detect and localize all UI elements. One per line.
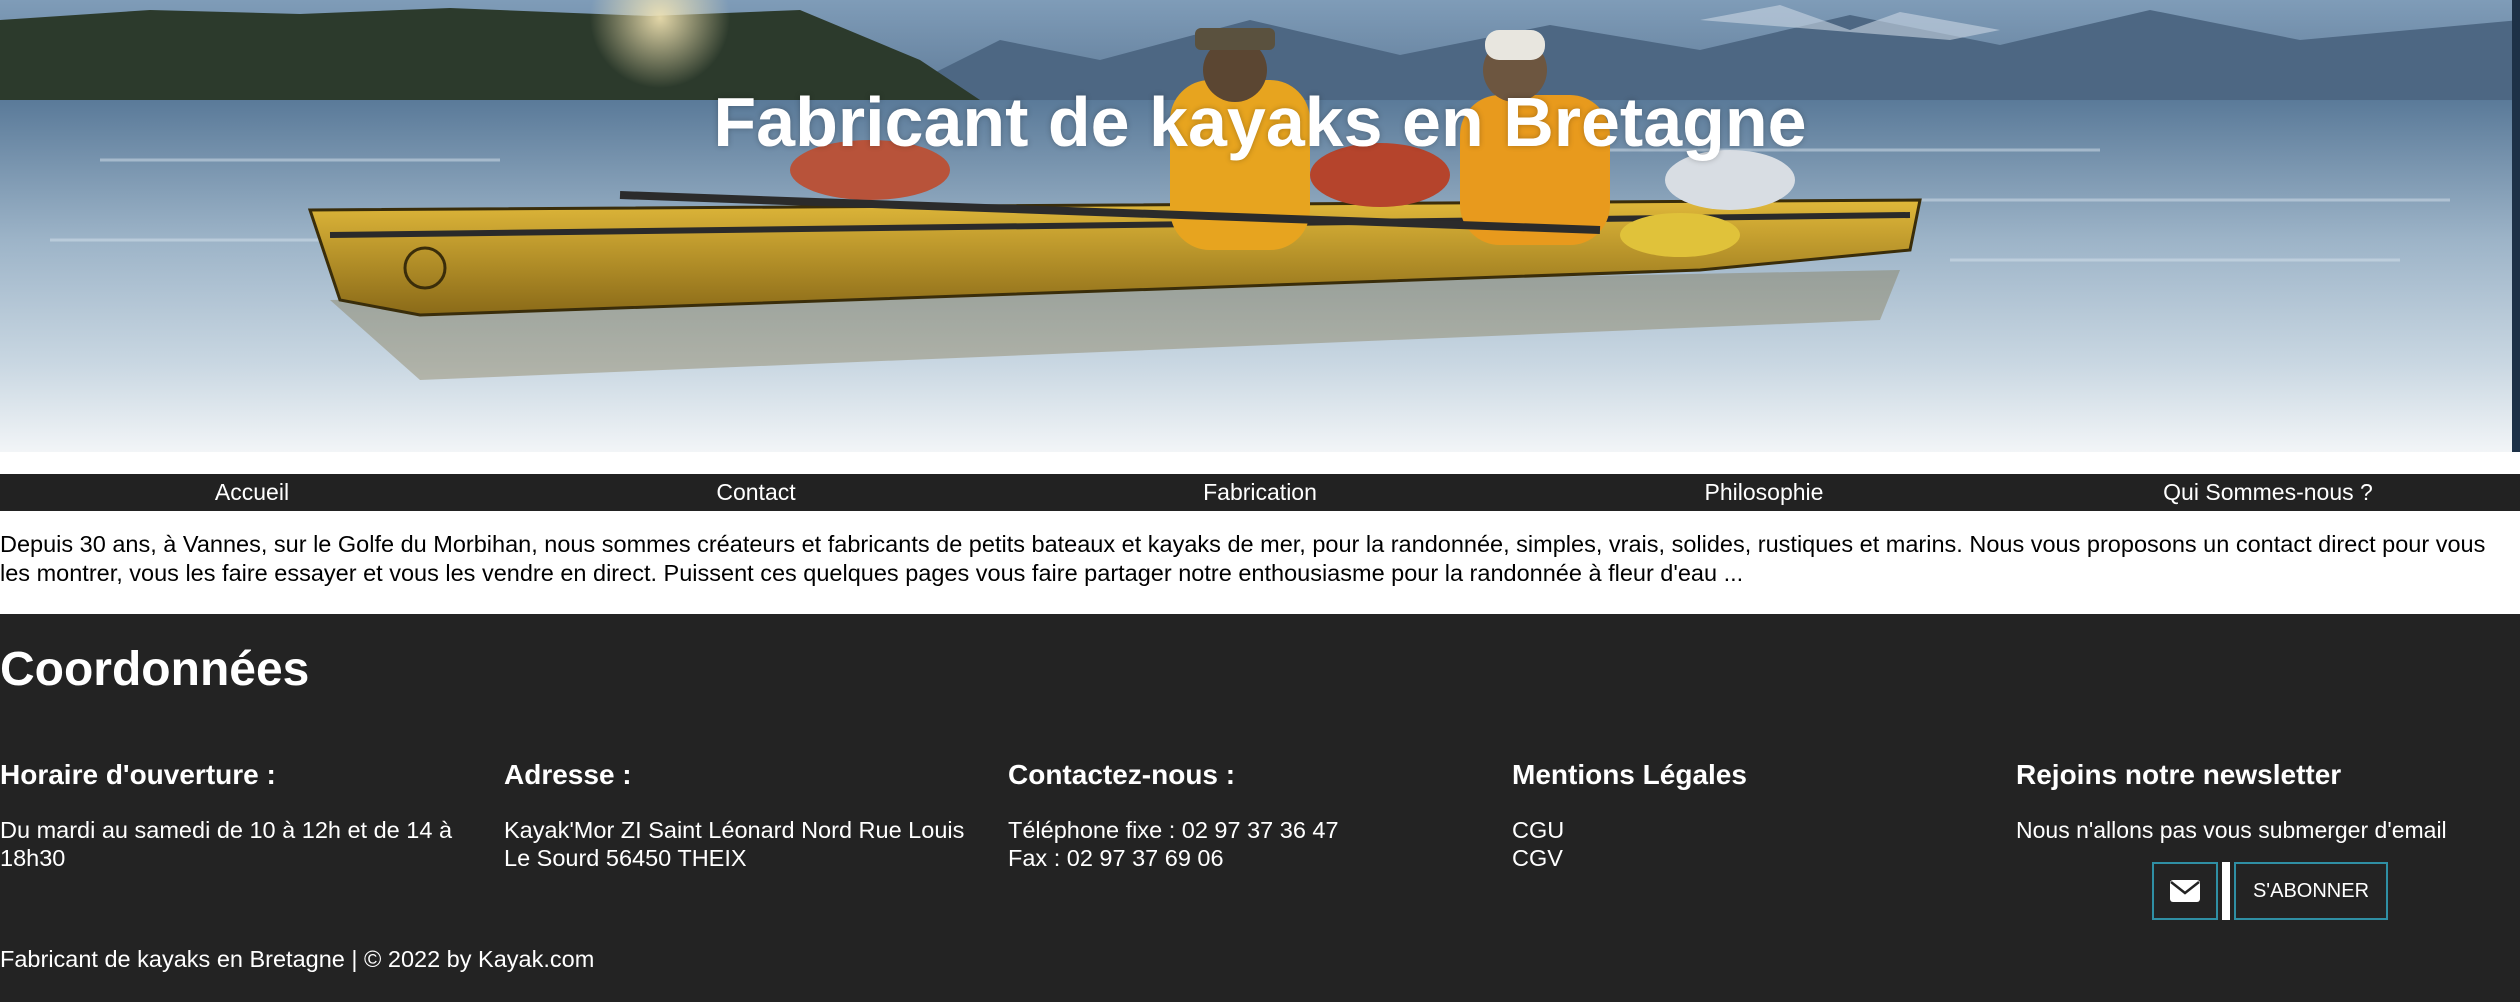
nav-item-contact[interactable]: Contact [504, 474, 1008, 511]
legal-links: CGU CGV [1512, 816, 2012, 872]
contact-info: Téléphone fixe : 02 97 37 36 47 Fax : 02… [1008, 816, 1508, 872]
footer-title: Coordonnées [0, 643, 310, 696]
address-text: Kayak'Mor ZI Saint Léonard Nord Rue Loui… [504, 817, 965, 871]
nav-item-accueil[interactable]: Accueil [0, 474, 504, 511]
address-column: Adresse : Kayak'Mor ZI Saint Léonard Nor… [504, 758, 994, 872]
copyright: Fabricant de kayaks en Bretagne | © 2022… [0, 946, 595, 972]
envelope-icon [2170, 880, 2200, 902]
subscribe-group: S'ABONNER [2152, 862, 2388, 920]
newsletter-subtitle: Nous n'allons pas vous submerger d'email [2016, 817, 2447, 843]
nav-item-philosophie[interactable]: Philosophie [1512, 474, 2016, 511]
page-title: Fabricant de kayaks en Bretagne [713, 83, 1807, 161]
hours-text: Du mardi au samedi de 10 à 12h et de 14 … [0, 817, 453, 871]
subscribe-button[interactable]: S'ABONNER [2234, 862, 2388, 920]
nav-item-qui-sommes-nous[interactable]: Qui Sommes-nous ? [2016, 474, 2520, 511]
legal-heading: Mentions Légales [1512, 759, 1747, 790]
hero-banner: Fabricant de kayaks en Bretagne [0, 0, 2520, 452]
envelope-button[interactable] [2152, 862, 2218, 920]
contact-column: Contactez-nous : Téléphone fixe : 02 97 … [1008, 758, 1508, 872]
hero-edge [2512, 0, 2520, 452]
cgv-link[interactable]: CGV [1512, 844, 2012, 872]
phone-text: Téléphone fixe : 02 97 37 36 47 [1008, 817, 1339, 843]
footer: Coordonnées Horaire d'ouverture : Du mar… [0, 614, 2520, 1002]
intro-paragraph: Depuis 30 ans, à Vannes, sur le Golfe du… [0, 531, 2486, 586]
nav-item-fabrication[interactable]: Fabrication [1008, 474, 1512, 511]
hours-heading: Horaire d'ouverture : [0, 759, 276, 790]
address-heading: Adresse : [504, 759, 632, 790]
cgu-link[interactable]: CGU [1512, 816, 2012, 844]
fax-text: Fax : 02 97 37 69 06 [1008, 845, 1224, 871]
contact-heading: Contactez-nous : [1008, 759, 1236, 790]
newsletter-column: Rejoins notre newsletter Nous n'allons p… [2016, 758, 2516, 844]
hero-photo [0, 0, 2520, 452]
main-nav: Accueil Contact Fabrication Philosophie … [0, 474, 2520, 511]
hours-column: Horaire d'ouverture : Du mardi au samedi… [0, 758, 470, 872]
legal-column: Mentions Légales CGU CGV [1512, 758, 2012, 872]
newsletter-heading: Rejoins notre newsletter [2016, 759, 2342, 790]
subscribe-divider [2222, 862, 2230, 920]
